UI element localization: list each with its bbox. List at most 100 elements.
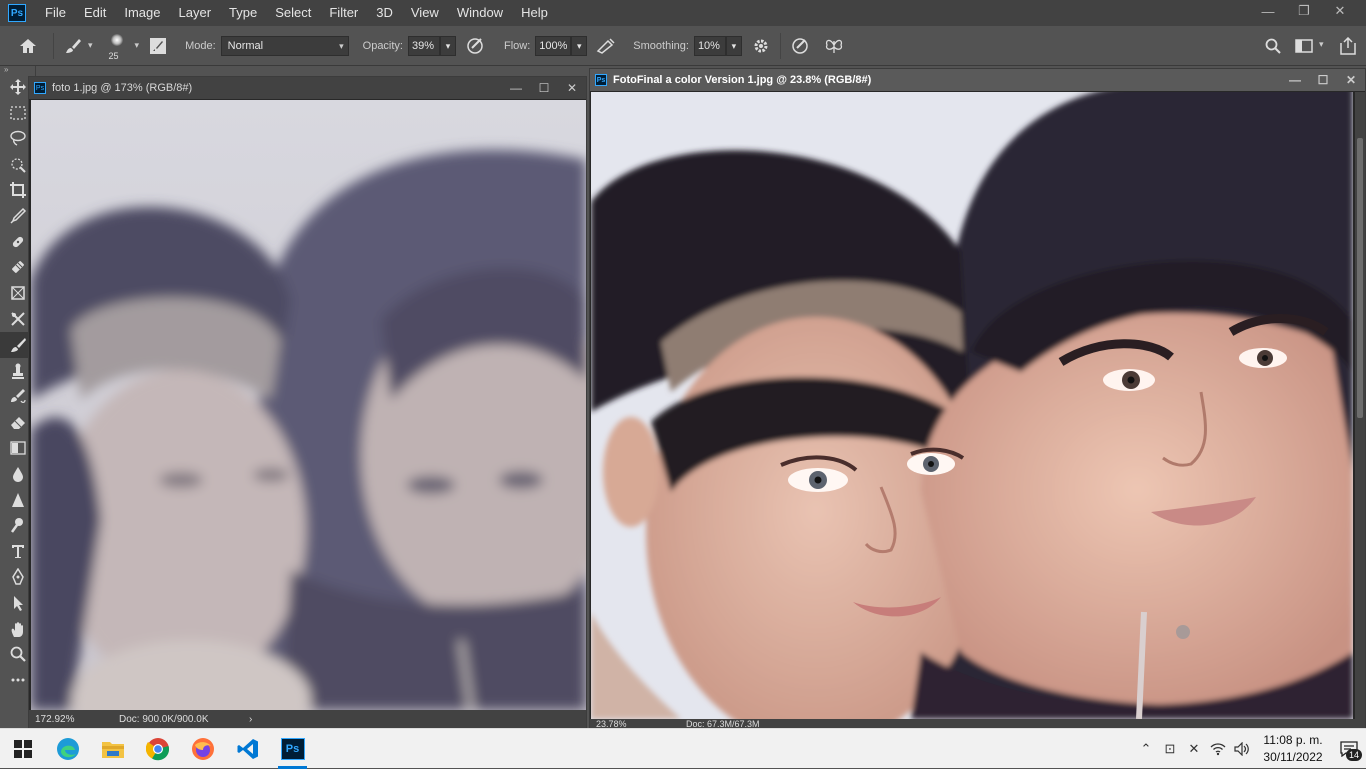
flow-label: Flow:: [504, 39, 531, 52]
device-icon[interactable]: ⊡: [1158, 729, 1182, 769]
sharpen-icon: [12, 492, 24, 507]
chevron-up-icon[interactable]: ⌃: [1134, 729, 1158, 769]
document-tab-foto1[interactable]: Ps foto 1.jpg @ 173% (RGB/8#) — ☐ ✕: [29, 77, 586, 99]
smoothing-label: Smoothing:: [633, 39, 689, 52]
search-icon[interactable]: [1262, 35, 1284, 57]
chevron-down-icon[interactable]: ▾: [135, 40, 140, 51]
window-controls: — ❐ ✕: [1250, 0, 1358, 22]
photoshop-icon: Ps: [280, 737, 305, 760]
firefox-taskbar-button[interactable]: [180, 729, 225, 769]
flow-field[interactable]: 100%: [535, 35, 572, 56]
restore-button[interactable]: ❐: [1286, 0, 1322, 22]
marquee-icon: [10, 106, 26, 120]
move-icon: [10, 78, 26, 95]
opacity-field[interactable]: 39%: [408, 35, 440, 56]
close-button[interactable]: ✕: [1337, 69, 1365, 91]
flow-value: 100%: [539, 39, 568, 52]
edge-icon: [56, 737, 79, 760]
flow-dropdown[interactable]: ▾: [571, 35, 588, 56]
pen-icon: [12, 568, 24, 585]
maximize-button[interactable]: ☐: [530, 77, 558, 99]
system-clock[interactable]: 11:08 p. m. 30/11/2022: [1254, 732, 1332, 766]
system-tray: ⌃ ⊡ ✕ 11:08 p. m. 30/11/2022 14: [1134, 729, 1366, 769]
pressure-size-icon[interactable]: [789, 35, 811, 57]
menu-select[interactable]: Select: [266, 0, 320, 26]
volume-icon[interactable]: [1230, 729, 1254, 769]
scrollbar-thumb[interactable]: [1357, 138, 1363, 418]
options-bar: ▾ 25 ▾ Mode: Normal ▾ Opacity: 39% ▾ Flo…: [0, 26, 1366, 66]
airbrush-icon[interactable]: [595, 35, 617, 57]
zoom-level[interactable]: 172.92%: [35, 714, 93, 725]
minimize-button[interactable]: —: [1281, 69, 1309, 91]
menu-view[interactable]: View: [402, 0, 448, 26]
brush-size-picker[interactable]: 25: [105, 30, 131, 62]
canvas-fotofinal[interactable]: [591, 92, 1353, 719]
healing-brush-icon: [12, 236, 24, 247]
firefox-icon: [191, 737, 214, 760]
gear-icon[interactable]: [750, 35, 772, 57]
gradient-icon: [10, 441, 26, 455]
expand-panel-icon[interactable]: »: [0, 66, 35, 74]
opacity-value: 39%: [412, 39, 435, 52]
menu-edit[interactable]: Edit: [75, 0, 115, 26]
ime-icon[interactable]: ✕: [1182, 729, 1206, 769]
menu-help[interactable]: Help: [512, 0, 557, 26]
home-icon[interactable]: [17, 35, 39, 57]
menu-image[interactable]: Image: [115, 0, 169, 26]
file-explorer-taskbar-button[interactable]: [90, 729, 135, 769]
close-button[interactable]: ✕: [558, 77, 586, 99]
mode-label: Mode:: [185, 39, 216, 52]
main-menu: File Edit Image Layer Type Select Filter 3D View…: [36, 0, 557, 26]
menu-filter[interactable]: Filter: [320, 0, 367, 26]
menu-type[interactable]: Type: [220, 0, 266, 26]
chevron-down-icon[interactable]: ▾: [1319, 39, 1324, 50]
close-button[interactable]: ✕: [1322, 0, 1358, 22]
symmetry-butterfly-icon[interactable]: [823, 35, 845, 57]
mode-select[interactable]: Normal ▾: [220, 35, 349, 56]
mode-value: Normal: [227, 39, 264, 52]
photoshop-doc-icon: Ps: [595, 74, 607, 86]
pressure-opacity-icon[interactable]: [464, 35, 486, 57]
photoshop-doc-icon: Ps: [34, 82, 46, 94]
dodge-icon: [10, 518, 23, 534]
maximize-button[interactable]: ☐: [1309, 69, 1337, 91]
brush-settings-panel-icon[interactable]: [147, 35, 169, 57]
menu-3d[interactable]: 3D: [367, 0, 402, 26]
canvas-foto1[interactable]: [31, 100, 586, 710]
menu-layer[interactable]: Layer: [170, 0, 221, 26]
vertical-scrollbar[interactable]: [1355, 92, 1365, 719]
minimize-button[interactable]: —: [1250, 0, 1286, 22]
share-icon[interactable]: [1337, 35, 1359, 57]
chrome-taskbar-button[interactable]: [135, 729, 180, 769]
windows-start-button[interactable]: [0, 729, 45, 769]
clock-date: 30/11/2022: [1263, 750, 1323, 764]
photoshop-taskbar-button[interactable]: Ps: [270, 729, 315, 769]
opacity-dropdown[interactable]: ▾: [440, 35, 456, 56]
smoothing-value: 10%: [697, 39, 720, 52]
notification-center-button[interactable]: 14: [1332, 729, 1366, 769]
wifi-icon[interactable]: [1206, 729, 1230, 769]
menu-bar: Ps File Edit Image Layer Type Select Filter 3D V…: [0, 0, 1366, 26]
smoothing-dropdown[interactable]: ▾: [725, 35, 742, 56]
type-icon: [12, 545, 24, 559]
history-brush-icon: [11, 389, 26, 404]
mores-icon: [11, 678, 25, 682]
chevron-down-icon[interactable]: ▾: [88, 40, 93, 51]
edge-taskbar-button[interactable]: [45, 729, 90, 769]
menu-window[interactable]: Window: [448, 0, 512, 26]
lasso-icon: [10, 131, 26, 147]
minimize-button[interactable]: —: [502, 77, 530, 99]
hand-icon: [11, 621, 23, 637]
menu-file[interactable]: File: [36, 0, 75, 26]
document-title: foto 1.jpg @ 173% (RGB/8#): [52, 82, 193, 94]
document-size: Doc: 900.0K/900.0K: [119, 713, 209, 725]
vscode-taskbar-button[interactable]: [225, 729, 270, 769]
colorized-photo-image: [591, 92, 1353, 719]
document-tab-fotofinal[interactable]: Ps FotoFinal a color Version 1.jpg @ 23.…: [590, 69, 1365, 91]
vscode-icon: [237, 738, 258, 759]
photoshop-logo: Ps: [8, 4, 26, 22]
smoothing-field[interactable]: 10%: [693, 35, 726, 56]
chevron-right-icon[interactable]: ›: [249, 714, 252, 725]
workspace-icon[interactable]: [1293, 35, 1315, 57]
brush-preset-icon[interactable]: [62, 35, 84, 57]
